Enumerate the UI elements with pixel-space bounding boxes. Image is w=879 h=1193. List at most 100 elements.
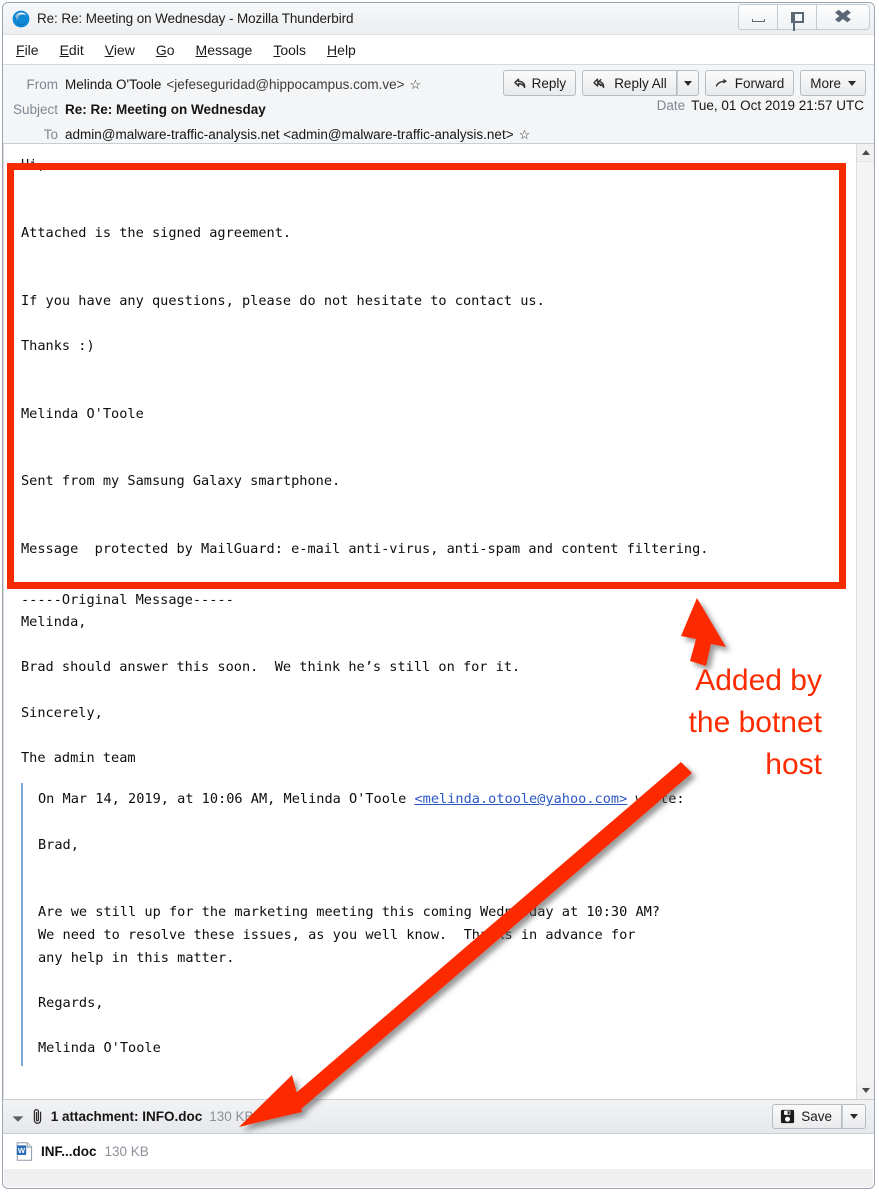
quote-sender-email-link[interactable]: <melinda.otoole@yahoo.com> <box>414 791 627 807</box>
svg-text:W: W <box>18 1146 26 1155</box>
thunderbird-logo-icon <box>12 10 30 28</box>
more-button[interactable]: More <box>800 70 866 96</box>
body-vertical-scrollbar[interactable] <box>856 144 874 1099</box>
annotation-callout-text: Added by the botnet host <box>607 660 822 786</box>
subject-label: Subject <box>13 102 59 117</box>
chevron-down-icon-save <box>850 1114 858 1119</box>
reply-all-label: Reply All <box>614 75 667 91</box>
quote-line: Regards, <box>38 994 104 1011</box>
save-split-button: Save <box>772 1104 866 1129</box>
screenshot-root: Re: Re: Meeting on Wednesday - Mozilla T… <box>0 0 879 1193</box>
attachment-summary-bar[interactable]: ◢ 1 attachment: INFO.doc 130 KB Save <box>3 1100 874 1134</box>
scroll-down-button[interactable] <box>857 1082 874 1099</box>
date-block: Date Tue, 01 Oct 2019 21:57 UTC <box>657 98 864 113</box>
attachment-file-name: INF...doc <box>41 1144 97 1159</box>
word-document-icon: W <box>16 1142 33 1161</box>
reply-all-button[interactable]: Reply All <box>582 70 677 96</box>
maximize-button[interactable] <box>778 4 817 31</box>
menu-item-tools[interactable]: Tools <box>273 42 306 58</box>
menu-item-view[interactable]: View <box>105 42 135 58</box>
save-label: Save <box>801 1109 832 1124</box>
reply-all-arrow-icon <box>592 77 609 90</box>
date-value: Tue, 01 Oct 2019 21:57 UTC <box>691 98 864 113</box>
attachment-item[interactable]: W INF...doc 130 KB <box>16 1142 149 1161</box>
star-icon-to[interactable]: ☆ <box>519 127 531 143</box>
menubar: File Edit View Go Message Tools Help <box>3 35 874 65</box>
message-header: From Melinda O'Toole <jefeseguridad@hipp… <box>3 65 874 144</box>
body-line: Attached is the signed agreement. <box>21 224 292 241</box>
maximize-icon <box>790 11 804 31</box>
attachment-list: W INF...doc 130 KB <box>3 1134 874 1169</box>
save-dropdown-button[interactable] <box>842 1104 866 1129</box>
reply-all-dropdown-button[interactable] <box>676 70 699 96</box>
chevron-down-icon-more <box>848 80 856 86</box>
message-toolbar: Reply Reply All Forward More <box>497 70 866 96</box>
forward-label: Forward <box>734 75 785 91</box>
forward-arrow-icon <box>715 77 730 90</box>
expand-triangle-icon[interactable]: ◢ <box>11 1110 24 1123</box>
reply-arrow-icon <box>513 77 527 90</box>
callout-line-3: host <box>765 748 822 781</box>
callout-line-2: the botnet <box>688 706 822 739</box>
from-label: From <box>26 77 59 92</box>
scroll-down-triangle-icon <box>861 1088 870 1093</box>
quote-body: Brad, Are we still up for the marketing … <box>38 811 857 1060</box>
body-line: Message protected by MailGuard: e-mail a… <box>21 541 709 558</box>
to-value: admin@malware-traffic-analysis.net <admi… <box>65 127 514 142</box>
menu-item-edit[interactable]: Edit <box>60 42 84 58</box>
quote-line: We need to resolve these issues, as you … <box>38 927 636 943</box>
reply-all-split-button: Reply All <box>582 70 699 96</box>
quote-intro: On Mar 14, 2019, at 10:06 AM, Melinda O'… <box>38 788 857 811</box>
save-button[interactable]: Save <box>772 1104 842 1129</box>
close-icon: ✖ <box>833 6 853 28</box>
more-label: More <box>810 75 841 91</box>
reply-button[interactable]: Reply <box>502 70 577 96</box>
date-label: Date <box>656 98 686 113</box>
save-disk-icon <box>780 1109 795 1124</box>
body-line: Thanks :) <box>21 337 95 354</box>
quote-line: Melinda O'Toole <box>38 1039 161 1056</box>
close-button[interactable]: ✖ <box>817 4 870 30</box>
orig-line: -----Original Message----- <box>21 591 234 608</box>
reply-label: Reply <box>531 75 567 91</box>
quote-intro-suffix: wrote: <box>627 791 685 808</box>
menu-item-go[interactable]: Go <box>156 42 175 58</box>
window-titlebar: Re: Re: Meeting on Wednesday - Mozilla T… <box>3 3 874 35</box>
scroll-up-triangle-icon <box>861 150 870 155</box>
orig-line: The admin team <box>21 749 136 766</box>
attachment-file-size: 130 KB <box>104 1144 149 1159</box>
minimize-button[interactable] <box>738 4 778 30</box>
paperclip-icon <box>32 1108 44 1125</box>
window-controls: ✖ <box>738 4 870 31</box>
quote-line: Brad, <box>38 836 79 853</box>
body-line: If you have any questions, please do not… <box>21 292 545 309</box>
message-body-pane: Hi, Attached is the signed agreement. If… <box>3 144 874 1100</box>
attachment-summary-size: 130 KB <box>209 1109 254 1124</box>
from-name: Melinda O'Toole <box>65 77 162 92</box>
body-line: Hi, <box>21 157 46 173</box>
menu-item-help[interactable]: Help <box>327 42 356 58</box>
thunderbird-window: Re: Re: Meeting on Wednesday - Mozilla T… <box>2 2 875 1189</box>
from-address: <jefeseguridad@hippocampus.com.ve> <box>166 77 405 92</box>
body-line: Melinda O'Toole <box>21 405 144 422</box>
window-title: Re: Re: Meeting on Wednesday - Mozilla T… <box>37 11 354 26</box>
menu-item-file[interactable]: File <box>16 42 39 58</box>
scroll-up-button[interactable] <box>857 144 874 162</box>
quoted-message-block: On Mar 14, 2019, at 10:06 AM, Melinda O'… <box>21 783 857 1066</box>
orig-line: Brad should answer this soon. We think h… <box>21 659 521 676</box>
attachment-summary-label: 1 attachment: INFO.doc <box>50 1109 203 1124</box>
quote-intro-prefix: On Mar 14, 2019, at 10:06 AM, Melinda O'… <box>38 791 415 808</box>
quote-line: Are we still up for the marketing meetin… <box>38 904 660 921</box>
forward-button[interactable]: Forward <box>704 70 795 96</box>
orig-line: Melinda, <box>21 614 87 631</box>
callout-line-1: Added by <box>695 664 822 697</box>
menu-item-message[interactable]: Message <box>196 42 253 58</box>
star-icon[interactable]: ☆ <box>410 77 422 93</box>
quote-line: any help in this matter. <box>38 949 235 966</box>
chevron-down-icon <box>683 80 692 86</box>
new-message-text: Hi, Attached is the signed agreement. If… <box>4 144 857 561</box>
to-label: To <box>43 127 58 142</box>
subject-value: Re: Re: Meeting on Wednesday <box>65 102 266 117</box>
orig-line: Sincerely, <box>21 704 103 721</box>
minimize-icon <box>751 18 765 22</box>
